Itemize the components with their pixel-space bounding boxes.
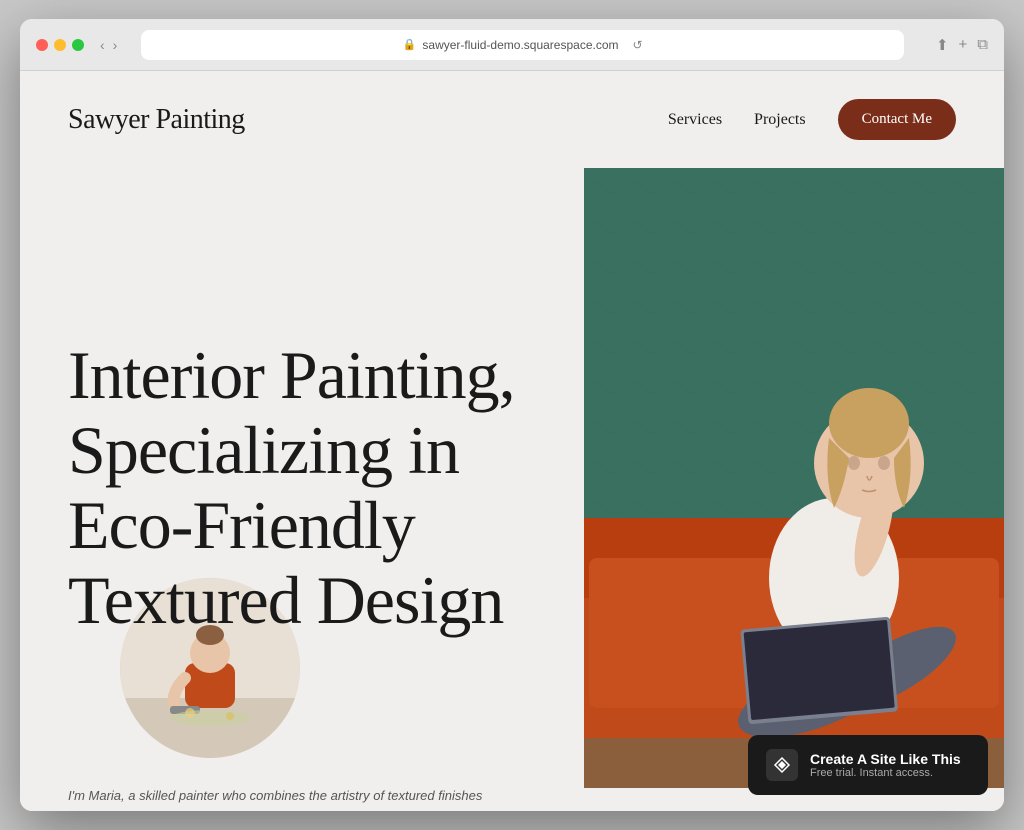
- minimize-button[interactable]: [54, 39, 66, 51]
- browser-actions: ⬆ + ⧉: [936, 36, 988, 54]
- traffic-lights: [36, 39, 84, 51]
- squarespace-promo[interactable]: Create A Site Like This Free trial. Inst…: [748, 735, 988, 795]
- browser-window: ‹ › 🔒 sawyer-fluid-demo.squarespace.com …: [20, 19, 1004, 811]
- tabs-icon[interactable]: ⧉: [977, 36, 988, 54]
- reload-icon[interactable]: ↺: [633, 38, 643, 52]
- new-tab-icon[interactable]: +: [959, 36, 968, 54]
- browser-chrome: ‹ › 🔒 sawyer-fluid-demo.squarespace.com …: [20, 19, 1004, 71]
- hero-section: Interior Painting, Specializing in Eco-F…: [20, 168, 1004, 788]
- lock-icon: 🔒: [403, 38, 417, 51]
- squarespace-logo-icon: [772, 755, 792, 775]
- hero-headline: Interior Painting, Specializing in Eco-F…: [68, 338, 528, 637]
- hero-bottom-text: I'm Maria, a skilled painter who combine…: [68, 788, 564, 803]
- hero-left-content: Interior Painting, Specializing in Eco-F…: [68, 168, 956, 788]
- promo-title: Create A Site Like This: [810, 751, 961, 767]
- url-text: sawyer-fluid-demo.squarespace.com: [422, 38, 618, 52]
- address-bar[interactable]: 🔒 sawyer-fluid-demo.squarespace.com ↺: [141, 30, 904, 60]
- nav-projects-link[interactable]: Projects: [754, 111, 806, 129]
- intro-text: I'm Maria, a skilled painter who combine…: [68, 788, 482, 803]
- browser-controls: ‹ ›: [100, 37, 117, 53]
- maximize-button[interactable]: [72, 39, 84, 51]
- back-icon[interactable]: ‹: [100, 37, 105, 53]
- page-content: Sawyer Painting Services Projects Contac…: [20, 71, 1004, 811]
- nav-links: Services Projects Contact Me: [668, 99, 956, 140]
- nav-services-link[interactable]: Services: [668, 111, 722, 129]
- promo-subtitle: Free trial. Instant access.: [810, 767, 961, 779]
- squarespace-icon: [766, 749, 798, 781]
- navigation: Sawyer Painting Services Projects Contac…: [20, 71, 1004, 168]
- site-logo[interactable]: Sawyer Painting: [68, 104, 245, 136]
- forward-icon[interactable]: ›: [113, 37, 118, 53]
- squarespace-promo-text: Create A Site Like This Free trial. Inst…: [810, 751, 961, 779]
- close-button[interactable]: [36, 39, 48, 51]
- contact-me-button[interactable]: Contact Me: [838, 99, 956, 140]
- share-icon[interactable]: ⬆: [936, 36, 949, 54]
